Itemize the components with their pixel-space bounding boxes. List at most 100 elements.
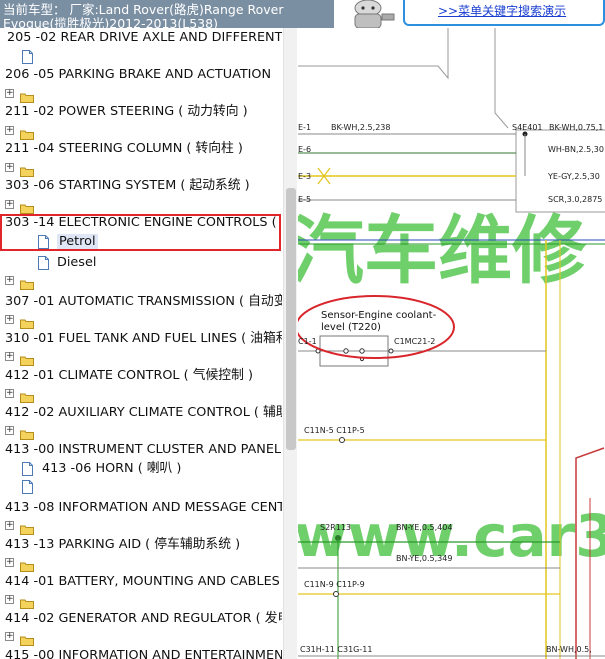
label-c1-1: C1-1 [298, 337, 317, 346]
tree-label[interactable]: 413 -13 PARKING AID ( 停车辅助系统 ) [5, 537, 240, 552]
tree-row-steering-column-folder[interactable]: + [0, 158, 282, 177]
tree-row-battery[interactable]: 414 -01 BATTERY, MOUNTING AND CABLES [0, 572, 282, 591]
folder-icon [20, 631, 34, 646]
folder-icon [20, 557, 34, 572]
vehicle-model: Evoque(揽胜极光)2012-2013(L538) [3, 16, 218, 28]
sensor-label-line2: level (T220) [321, 322, 381, 333]
label-s2r113: S2R113 [320, 523, 351, 532]
tree-row-engine-controls-folder[interactable]: + [0, 271, 282, 290]
tree-row-auxiliary-climate-folder[interactable]: + [0, 421, 282, 440]
tree-label[interactable]: 307 -01 AUTOMATIC TRANSMISSION ( 自动变速器 ) [5, 294, 282, 309]
tree-label[interactable]: 414 -02 GENERATOR AND REGULATOR ( 发电机和调节… [5, 611, 282, 626]
expand-icon[interactable]: + [5, 426, 14, 435]
help-box: >>菜单关键字搜索演示 [403, 0, 605, 26]
tree-row-parking-brake-folder[interactable]: + [0, 84, 282, 103]
tree-label[interactable]: 413 -08 INFORMATION AND MESSAGE CENTER [5, 500, 282, 515]
tree-label[interactable]: 211 -02 POWER STEERING ( 动力转向 ) [5, 104, 248, 119]
tree-label[interactable]: 205 -02 REAR DRIVE AXLE AND DIFFERENTIAL [7, 30, 282, 45]
document-icon [38, 255, 49, 270]
tree-label[interactable]: 412 -02 AUXILIARY CLIMATE CONTROL ( 辅助气候… [5, 405, 282, 420]
tree-row-horn[interactable]: 413 -06 HORN ( 喇叭 ) [0, 459, 282, 478]
tree-row-information-message-center[interactable]: 413 -08 INFORMATION AND MESSAGE CENTER [0, 498, 282, 517]
keyword-search-demo-link[interactable]: >>菜单关键字搜索演示 [438, 4, 566, 18]
tree-row-steering-column[interactable]: 211 -04 STEERING COLUMN ( 转向柱 ) [0, 139, 282, 158]
vehicle-label: 当前车型： 厂家:Land Rover(路虎)Range Rover [3, 2, 284, 17]
tree-row-parking-aid-folder[interactable]: + [0, 553, 282, 572]
tree-row-instrument-cluster[interactable]: 413 -00 INSTRUMENT CLUSTER AND PANEL ILL… [0, 440, 282, 459]
expand-icon[interactable]: + [5, 389, 14, 398]
expand-icon[interactable]: + [5, 126, 14, 135]
tree-row-generator-regulator[interactable]: 414 -02 GENERATOR AND REGULATOR ( 发电机和调节… [0, 609, 282, 628]
label-e5: E-5 [298, 195, 311, 204]
tree-row-rear-drive-axle[interactable]: 205 -02 REAR DRIVE AXLE AND DIFFERENTIAL [0, 28, 282, 47]
label-wh-bn: WH-BN,2.5,30 [548, 145, 604, 154]
tree-row-information-folder[interactable]: + [0, 516, 282, 535]
label-c1mc21: C1MC21-2 [394, 337, 435, 346]
scrollbar-thumb[interactable] [286, 188, 296, 450]
tree-row-automatic-transmission[interactable]: 307 -01 AUTOMATIC TRANSMISSION ( 自动变速器 ) [0, 292, 282, 311]
expand-icon[interactable]: + [5, 200, 14, 209]
expand-icon[interactable]: + [5, 89, 14, 98]
header: 当前车型： 厂家:Land Rover(路虎)Range Rover Evoqu… [0, 0, 605, 28]
folder-icon [20, 425, 34, 440]
tree-scrollbar[interactable] [283, 28, 297, 659]
document-icon [22, 49, 33, 64]
tree-row-power-steering-folder[interactable]: + [0, 121, 282, 140]
tree-label[interactable]: 412 -01 CLIMATE CONTROL ( 气候控制 ) [5, 368, 253, 383]
expand-icon[interactable]: + [5, 632, 14, 641]
tree-row-battery-folder[interactable]: + [0, 590, 282, 609]
tree-row-automatic-transmission-folder[interactable]: + [0, 310, 282, 329]
label-scr: SCR,3.0,2875 [548, 195, 602, 204]
tree-row-information-entertainment[interactable]: 415 -00 INFORMATION AND ENTERTAINMENT SY… [0, 646, 282, 659]
label-bn-ye-349: BN-YE,0.5,349 [396, 554, 452, 563]
tree-label[interactable]: 303 -06 STARTING SYSTEM ( 起动系统 ) [5, 178, 250, 193]
folder-icon [20, 199, 34, 214]
tree-label[interactable]: 413 -06 HORN ( 喇叭 ) [42, 461, 181, 476]
tree-label[interactable]: 413 -00 INSTRUMENT CLUSTER AND PANEL ILL… [5, 442, 282, 457]
label-c11n9: C11N-9 C11P-9 [304, 580, 365, 589]
tree-row-climate-control[interactable]: 412 -01 CLIMATE CONTROL ( 气候控制 ) [0, 366, 282, 385]
document-icon [22, 461, 33, 476]
folder-icon [20, 388, 34, 403]
label-s4e401: S4E401 [512, 123, 543, 132]
tree-label[interactable]: Diesel [57, 255, 96, 270]
label-bk-wh-075: BK-WH,0.75,1 [549, 123, 603, 132]
tree-row-climate-control-folder[interactable]: + [0, 384, 282, 403]
folder-icon [20, 88, 34, 103]
tree-label[interactable]: 310 -01 FUEL TANK AND FUEL LINES ( 油箱和燃油… [5, 331, 282, 346]
tree-label[interactable]: 211 -04 STEERING COLUMN ( 转向柱 ) [5, 141, 243, 156]
expand-icon[interactable]: + [5, 163, 14, 172]
tree-row-fuel-tank-folder[interactable]: + [0, 347, 282, 366]
wiring-diagram-pane: 汽车维修 www.car38 [298, 28, 605, 659]
mascot-icon [354, 0, 395, 28]
expand-icon[interactable]: + [5, 276, 14, 285]
wiring-diagram: 汽车维修 www.car38 [298, 28, 605, 659]
tree-row-power-steering[interactable]: 211 -02 POWER STEERING ( 动力转向 ) [0, 102, 282, 121]
tree-row-parking-aid[interactable]: 413 -13 PARKING AID ( 停车辅助系统 ) [0, 535, 282, 554]
expand-icon[interactable]: + [5, 558, 14, 567]
watermark-text: 汽车维修 [298, 208, 587, 294]
expand-icon[interactable]: + [5, 315, 14, 324]
folder-icon [20, 125, 34, 140]
expand-icon[interactable]: + [5, 595, 14, 604]
tree-row-auxiliary-climate-control[interactable]: 412 -02 AUXILIARY CLIMATE CONTROL ( 辅助气候… [0, 403, 282, 422]
label-e1: E-1 [298, 123, 311, 132]
folder-icon [20, 520, 34, 535]
tree-row-starting-system[interactable]: 303 -06 STARTING SYSTEM ( 起动系统 ) [0, 176, 282, 195]
expand-icon[interactable]: + [5, 352, 14, 361]
tree-label[interactable]: 415 -00 INFORMATION AND ENTERTAINMENT SY… [5, 648, 282, 659]
tree-label[interactable]: 206 -05 PARKING BRAKE AND ACTUATION [5, 67, 271, 82]
tree-row-fuel-tank[interactable]: 310 -01 FUEL TANK AND FUEL LINES ( 油箱和燃油… [0, 329, 282, 348]
vehicle-info: 当前车型： 厂家:Land Rover(路虎)Range Rover Evoqu… [0, 0, 334, 28]
document-icon [22, 479, 33, 494]
tree-row-parking-brake[interactable]: 206 -05 PARKING BRAKE AND ACTUATION [0, 65, 282, 84]
label-bn-ye-404: BN-YE,0.5,404 [396, 523, 452, 532]
sensor-label-line1: Sensor-Engine coolant- [321, 310, 437, 321]
tree-row-starting-system-folder[interactable]: + [0, 195, 282, 214]
tree-row-instrument-cluster-doc[interactable] [0, 477, 282, 496]
tree-row-diesel[interactable]: Diesel [0, 253, 282, 272]
tree-row-generator-folder[interactable]: + [0, 627, 282, 646]
tree-row-rear-drive-axle-doc[interactable] [0, 47, 282, 66]
expand-icon[interactable]: + [5, 521, 14, 530]
tree-label[interactable]: 414 -01 BATTERY, MOUNTING AND CABLES [5, 574, 280, 589]
